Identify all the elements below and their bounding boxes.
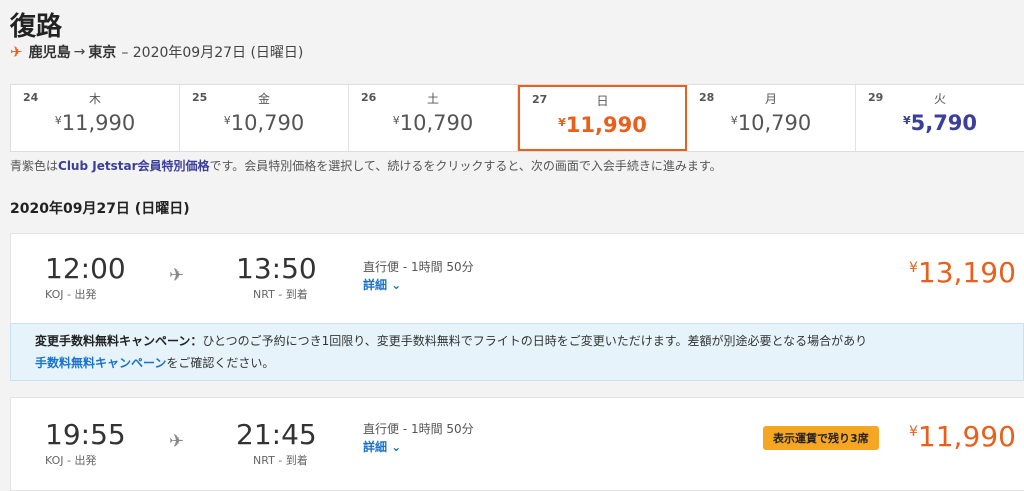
arrival-airport: NRT - 到着 <box>253 288 308 301</box>
page-title: 復路 <box>10 12 63 42</box>
date-weekday: 金 <box>257 92 270 106</box>
departure-airport: KOJ - 出発 <box>45 454 97 467</box>
plane-icon: ✈ <box>169 431 185 452</box>
departure-time: 12:00 <box>45 252 126 285</box>
date-price: ¥11,990 <box>558 113 647 137</box>
detail-link[interactable]: 詳細 ⌄ <box>363 276 401 293</box>
route-from: 鹿児島 <box>28 45 71 61</box>
date-weekday: 木 <box>88 92 101 106</box>
date-weekday: 土 <box>426 92 439 106</box>
date-weekday: 日 <box>596 94 609 108</box>
flight-duration: 直行便 - 1時間 50分 <box>363 422 474 436</box>
chevron-down-icon: ⌄ <box>391 440 402 454</box>
arrival-time: 13:50 <box>236 252 317 285</box>
campaign-info-banner: 変更手数料無料キャンペーン：ひとつのご予約につき1回限り、変更手数料無料でフライ… <box>10 323 1024 381</box>
date-tab-29[interactable]: 29 火 ¥5,790 <box>856 85 1024 151</box>
date-price: ¥10,790 <box>392 111 474 135</box>
seats-left-badge: 表示運賃で残り3席 <box>763 426 879 450</box>
date-tab-25[interactable]: 25 金 ¥10,790 <box>180 85 349 151</box>
route-line: ✈ 鹿児島 → 東京 – 2020年09月27日 (日曜日) <box>10 42 303 62</box>
date-price: ¥10,790 <box>730 111 812 135</box>
fare-price[interactable]: ¥11,990 <box>909 420 1016 453</box>
campaign-link[interactable]: 手数料無料キャンペーン <box>35 356 166 370</box>
campaign-text: ひとつのご予約につき1回限り、変更手数料無料でフライトの日時をご変更いただけます… <box>202 334 868 348</box>
flight-card[interactable]: 12:00 KOJ - 出発 ✈ 13:50 NRT - 到着 直行便 - 1時… <box>10 233 1024 325</box>
date-tab-28[interactable]: 28 月 ¥10,790 <box>687 85 856 151</box>
detail-link[interactable]: 詳細 ⌄ <box>363 438 401 455</box>
date-price: ¥5,790 <box>902 111 978 135</box>
date-weekday: 月 <box>764 92 777 106</box>
fare-price[interactable]: ¥13,190 <box>909 256 1016 289</box>
route-date: – 2020年09月27日 (日曜日) <box>121 45 304 61</box>
flight-duration: 直行便 - 1時間 50分 <box>363 260 474 274</box>
arrival-airport: NRT - 到着 <box>253 454 308 467</box>
day-heading: 2020年09月27日 (日曜日) <box>10 201 190 217</box>
plane-icon: ✈ <box>169 265 185 286</box>
campaign-title: 変更手数料無料キャンペーン： <box>35 334 203 348</box>
arrival-time: 21:45 <box>236 418 317 451</box>
date-tab-24[interactable]: 24 木 ¥11,990 <box>11 85 180 151</box>
flight-card[interactable]: 19:55 KOJ - 出発 ✈ 21:45 NRT - 到着 直行便 - 1時… <box>10 397 1024 491</box>
date-tab-26[interactable]: 26 土 ¥10,790 <box>349 85 518 151</box>
date-selector: 24 木 ¥11,990 25 金 ¥10,790 26 土 ¥10,790 2… <box>10 84 1024 152</box>
date-price: ¥11,990 <box>54 111 136 135</box>
departure-airport: KOJ - 出発 <box>45 288 97 301</box>
date-weekday: 火 <box>933 92 946 106</box>
departure-time: 19:55 <box>45 418 126 451</box>
chevron-down-icon: ⌄ <box>391 278 402 292</box>
route-arrow: → <box>73 44 86 60</box>
date-price: ¥10,790 <box>223 111 305 135</box>
member-price-note: 青紫色はClub Jetstar会員特別価格です。会員特別価格を選択して、続ける… <box>10 159 722 173</box>
route-to: 東京 <box>88 45 117 61</box>
member-price-label: Club Jetstar会員特別価格 <box>58 159 210 173</box>
plane-icon: ✈ <box>10 43 23 61</box>
date-tab-27-selected[interactable]: 27 日 ¥11,990 <box>518 85 687 151</box>
